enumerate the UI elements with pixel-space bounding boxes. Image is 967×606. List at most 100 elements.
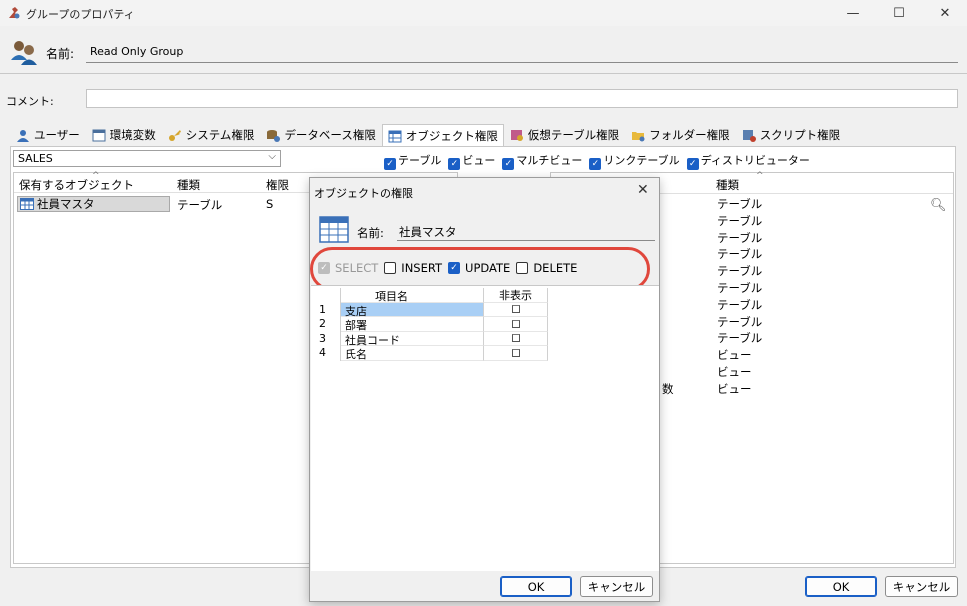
partial-text: 数 [662, 382, 674, 396]
table-row[interactable]: 1 支店 [311, 302, 548, 318]
hidden-cell[interactable] [484, 346, 548, 361]
group-icon [11, 41, 37, 65]
item-name-cell[interactable]: 支店 [341, 302, 484, 318]
search-icon[interactable]: 🔍︎ [930, 198, 947, 213]
item-name-cell[interactable]: 部署 [341, 317, 484, 332]
list-item[interactable]: 社員マスタ [17, 196, 170, 212]
type-cell: テーブル [717, 230, 763, 245]
column-header-object[interactable]: 保有するオブジェクト [19, 177, 134, 193]
tab-system-perms[interactable]: システム権限 [162, 124, 261, 146]
filter-view[interactable]: ✓ ビュー [448, 152, 495, 170]
tab-object-perms[interactable]: オブジェクト権限 [381, 124, 504, 147]
comment-field[interactable] [86, 89, 958, 108]
tab-script-perms[interactable]: スクリプト権限 [736, 124, 847, 146]
dialog-name-label: 名前: [357, 226, 384, 240]
checkbox-icon: ✓ [384, 158, 396, 170]
filter-distributor[interactable]: ✓ ディストリビューター [686, 152, 810, 170]
column-header-type[interactable]: 種類 [177, 177, 200, 193]
type-cell: テーブル [717, 247, 763, 262]
column-header-type[interactable]: 種類 [716, 177, 739, 193]
tab-folder-perms[interactable]: フォルダー権限 [625, 124, 736, 146]
tab-label: オブジェクト権限 [405, 129, 498, 143]
divider [0, 73, 967, 74]
column-header-perm[interactable]: 権限 [266, 177, 289, 193]
tab-label: システム権限 [185, 128, 255, 142]
table-icon [388, 130, 402, 142]
virtual-table-icon [510, 129, 523, 141]
object-type: テーブル [177, 198, 223, 212]
dialog-title: オブジェクトの権限 [314, 187, 413, 200]
type-column: テーブル テーブル テーブル テーブル テーブル テーブル テーブル テーブル … [717, 196, 762, 398]
hidden-cell[interactable] [484, 302, 548, 317]
close-button[interactable]: ✕ [922, 0, 967, 26]
item-name-cell[interactable]: 社員コード [341, 331, 484, 347]
type-cell: テーブル [717, 264, 763, 279]
tab-virtual-table-perms[interactable]: 仮想テーブル権限 [504, 124, 625, 146]
filter-link-table[interactable]: ✓ リンクテーブル [589, 152, 680, 170]
type-cell: テーブル [717, 197, 763, 211]
cancel-button[interactable]: キャンセル [885, 576, 958, 597]
group-name-field[interactable]: Read Only Group [86, 42, 958, 63]
hidden-cell[interactable] [484, 317, 548, 332]
type-cell: テーブル [717, 314, 763, 329]
type-cell: ビュー [717, 364, 752, 379]
checkbox-icon: ✓ [686, 158, 699, 170]
checkbox-icon: ✓ [448, 158, 461, 170]
minimize-button[interactable]: — [830, 0, 876, 26]
script-icon [742, 129, 756, 142]
comment-label: コメント: [6, 95, 54, 108]
checkbox-icon: ✓ [502, 158, 515, 170]
type-cell: ビュー [717, 348, 752, 363]
checkbox-icon: ✓ [589, 158, 602, 170]
type-cell: テーブル [717, 297, 763, 312]
database-select[interactable]: SALES ⌵ [13, 150, 281, 167]
column-header-item-name[interactable]: 項目名 [341, 288, 484, 303]
filter-multiview[interactable]: ✓ マルチビュー [502, 152, 582, 170]
key-icon [168, 129, 181, 141]
database-icon [267, 129, 281, 142]
window-title: グループのプロパティ [26, 8, 135, 21]
tab-users[interactable]: ユーザー [10, 124, 86, 146]
dialog-ok-button[interactable]: OK [500, 576, 572, 597]
app-icon [9, 7, 20, 19]
chevron-down-icon: ⌵ [268, 151, 276, 162]
ok-button[interactable]: OK [805, 576, 877, 597]
tab-bar: ユーザー 環境変数 システム権限 データベース権限 オブジェクト権限 仮想テーブ… [10, 124, 847, 147]
object-type-filters: ✓ テーブル ✓ ビュー ✓ マルチビュー ✓ リンクテーブル ✓ ディストリビューター [384, 152, 810, 170]
grid-corner [311, 288, 341, 303]
sort-arrow-icon: ^ [92, 171, 100, 181]
type-cell: テーブル [717, 213, 763, 228]
dialog-close-button[interactable]: ✕ [637, 182, 649, 198]
name-label: 名前: [46, 47, 75, 61]
type-cell: テーブル [717, 280, 763, 295]
tab-label: 仮想テーブル権限 [527, 128, 620, 142]
row-number: 2 [311, 317, 341, 332]
table-icon [319, 216, 349, 243]
filter-label: ディストリビューター [700, 154, 810, 167]
row-number: 4 [311, 346, 341, 361]
object-name: 社員マスタ [37, 197, 95, 211]
dialog-cancel-button[interactable]: キャンセル [580, 576, 653, 597]
tab-label: 環境変数 [109, 128, 156, 142]
env-var-icon [92, 129, 106, 141]
checkbox-icon [511, 334, 520, 343]
table-row[interactable]: 3 社員コード [311, 331, 548, 347]
checkbox-icon [511, 305, 520, 314]
tab-db-perms[interactable]: データベース権限 [260, 124, 381, 146]
hidden-cell[interactable] [484, 331, 548, 346]
table-row[interactable]: 2 部署 [311, 317, 548, 332]
sort-arrow-icon: ^ [756, 171, 764, 181]
filter-table[interactable]: ✓ テーブル [384, 152, 441, 170]
item-name-cell[interactable]: 氏名 [341, 346, 484, 361]
tab-label: フォルダー権限 [649, 128, 730, 142]
table-row[interactable]: 4 氏名 [311, 346, 548, 361]
tab-env-vars[interactable]: 環境変数 [86, 124, 162, 146]
filter-label: リンクテーブル [603, 154, 680, 167]
column-grid[interactable]: 項目名 非表示 1 支店 2 部署 3 社員コード 4 氏名 [311, 285, 659, 571]
object-permission-dialog: オブジェクトの権限 ✕ 名前: 社員マスタ ✓ SELECT INSERT ✓ UP… [309, 177, 660, 602]
column-header-hidden[interactable]: 非表示 [484, 288, 548, 303]
folder-icon [632, 131, 645, 141]
filter-label: ビュー [462, 154, 496, 167]
row-number: 1 [311, 302, 341, 317]
maximize-button[interactable]: ☐ [876, 0, 922, 26]
